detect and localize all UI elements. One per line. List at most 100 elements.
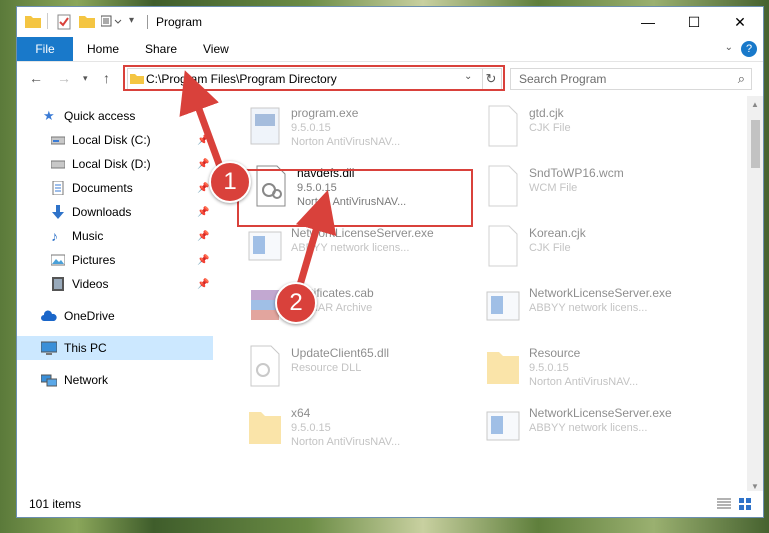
details-view-icon[interactable] (717, 498, 731, 510)
sidebar-item-label: Music (72, 229, 104, 243)
file-name: NetworkLicenseServer.exe (529, 406, 672, 420)
search-box[interactable]: Search Program ⌕ (510, 68, 752, 90)
pin-icon[interactable]: 📌 (197, 135, 209, 146)
network-icon (41, 374, 57, 387)
sidebar-item-label: Network (64, 373, 109, 387)
file-name: SndToWP16.wcm (529, 166, 624, 180)
file-item[interactable]: Certificates.cab WinRAR Archive (229, 276, 459, 336)
generic-file-icon (488, 225, 518, 267)
maximize-button[interactable]: ☐ (671, 7, 717, 37)
tab-share[interactable]: Share (145, 42, 177, 56)
back-arrow-icon[interactable]: ← (29, 70, 43, 86)
large-icons-view-icon[interactable] (739, 498, 753, 510)
file-name: x64 (291, 406, 311, 420)
sidebar-item-label: Documents (72, 181, 133, 195)
navigation-pane: ★ Quick access Local Disk (C:) 📌 Local D… (17, 96, 213, 496)
drive-icon (51, 160, 65, 169)
sidebar-item-documents[interactable]: Documents 📌 (17, 176, 213, 200)
customize-qat-icon[interactable] (101, 14, 123, 28)
file-item[interactable]: Korean.cjk CJK File (467, 216, 697, 276)
exe-file-icon (486, 411, 520, 441)
navigation-bar: ← → ▾ ↑ C:\Program Files\Program Directo… (17, 62, 763, 96)
sidebar-item-network[interactable]: Network (17, 368, 213, 392)
file-version: 9.5.0.15 (291, 422, 331, 434)
file-item[interactable]: NetworkLicenseServer.exe ABBYY network l… (229, 216, 459, 276)
up-arrow-icon[interactable]: ↑ (103, 70, 110, 86)
folder-file-icon (487, 352, 519, 384)
search-icon: ⌕ (737, 71, 745, 86)
sidebar-item-local-disk-d[interactable]: Local Disk (D:) 📌 (17, 152, 213, 176)
window-title: Program (156, 15, 203, 29)
file-description: ABBYY network licens... (291, 242, 410, 254)
ribbon: File Home Share View ⌄ ? (17, 37, 763, 62)
file-item[interactable]: gtd.cjk CJK File (467, 96, 697, 156)
star-icon: ★ (43, 108, 55, 123)
scroll-down-icon[interactable]: ▼ (751, 482, 759, 491)
pin-icon[interactable]: 📌 (197, 207, 209, 218)
file-name: NetworkLicenseServer.exe (291, 226, 434, 240)
new-folder-icon[interactable] (79, 14, 95, 28)
scroll-thumb[interactable] (751, 120, 760, 168)
file-name: Resource (529, 346, 581, 360)
forward-arrow-icon[interactable]: → (57, 70, 71, 86)
pin-icon[interactable]: 📌 (197, 183, 209, 194)
file-description: ABBYY network licens... (529, 302, 648, 314)
file-name: Korean.cjk (529, 226, 586, 240)
scroll-up-icon[interactable]: ▲ (751, 100, 759, 109)
file-description: WCM File (529, 182, 578, 194)
drive-icon (51, 136, 65, 145)
tab-view[interactable]: View (203, 42, 229, 56)
sidebar-item-onedrive[interactable]: OneDrive (17, 304, 213, 328)
pin-icon[interactable]: 📌 (197, 279, 209, 290)
exe-file-icon (250, 107, 280, 145)
sidebar-item-quick-access[interactable]: ★ Quick access (17, 104, 213, 128)
sidebar-item-music[interactable]: ♪ Music 📌 (17, 224, 213, 248)
sidebar-item-label: Quick access (64, 109, 136, 123)
sidebar-item-local-disk-c[interactable]: Local Disk (C:) 📌 (17, 128, 213, 152)
title-separator (147, 15, 148, 29)
folder-icon (25, 16, 41, 28)
vertical-scrollbar[interactable]: ▲ ▼ (747, 96, 763, 496)
pin-icon[interactable]: 📌 (197, 159, 209, 170)
properties-icon[interactable] (57, 14, 71, 30)
help-button[interactable]: ? (741, 41, 757, 57)
recent-locations-icon[interactable]: ▾ (83, 73, 88, 84)
search-input[interactable]: Search Program (519, 72, 606, 86)
file-item[interactable]: NetworkLicenseServer.exe ABBYY network l… (467, 396, 697, 456)
file-tab[interactable]: File (17, 37, 73, 61)
file-item[interactable]: Resource 9.5.0.15 Norton AntiVirusNAV... (467, 336, 697, 396)
file-name: program.exe (291, 106, 359, 120)
qat-dropdown-icon[interactable]: ▾ (129, 15, 134, 26)
pin-icon[interactable]: 📌 (197, 231, 209, 242)
minimize-button[interactable]: — (625, 7, 671, 37)
file-item[interactable]: UpdateClient65.dll Resource DLL (229, 336, 459, 396)
file-item[interactable]: x64 9.5.0.15 Norton AntiVirusNAV... (229, 396, 459, 456)
expand-ribbon-icon[interactable]: ⌄ (725, 42, 733, 53)
status-bar: 101 items (17, 491, 763, 517)
file-description: Norton AntiVirusNAV... (291, 436, 401, 448)
sidebar-item-label: Local Disk (C:) (72, 133, 151, 147)
computer-icon (41, 341, 57, 355)
pin-icon[interactable]: 📌 (197, 255, 209, 266)
sidebar-item-label: Pictures (72, 253, 116, 267)
cloud-icon (41, 310, 57, 321)
sidebar-item-label: OneDrive (64, 309, 115, 323)
file-item[interactable]: SndToWP16.wcm WCM File (467, 156, 697, 216)
file-description: CJK File (529, 242, 571, 254)
folder-file-icon (249, 412, 281, 444)
file-description: Norton AntiVirusNAV... (291, 136, 401, 148)
file-name: NetworkLicenseServer.exe (529, 286, 672, 300)
step-1-badge: 1 (209, 161, 251, 203)
sidebar-item-pictures[interactable]: Pictures 📌 (17, 248, 213, 272)
music-icon: ♪ (51, 228, 58, 244)
sidebar-item-this-pc[interactable]: This PC (17, 336, 213, 360)
sidebar-item-downloads[interactable]: Downloads 📌 (17, 200, 213, 224)
sidebar-item-videos[interactable]: Videos 📌 (17, 272, 213, 296)
file-item[interactable]: NetworkLicenseServer.exe ABBYY network l… (467, 276, 697, 336)
close-button[interactable]: ✕ (717, 7, 763, 37)
file-version: 9.5.0.15 (529, 362, 569, 374)
sidebar-item-label: This PC (64, 341, 107, 355)
generic-file-icon (488, 105, 518, 147)
file-item[interactable]: program.exe 9.5.0.15 Norton AntiVirusNAV… (229, 96, 459, 156)
tab-home[interactable]: Home (87, 42, 119, 56)
